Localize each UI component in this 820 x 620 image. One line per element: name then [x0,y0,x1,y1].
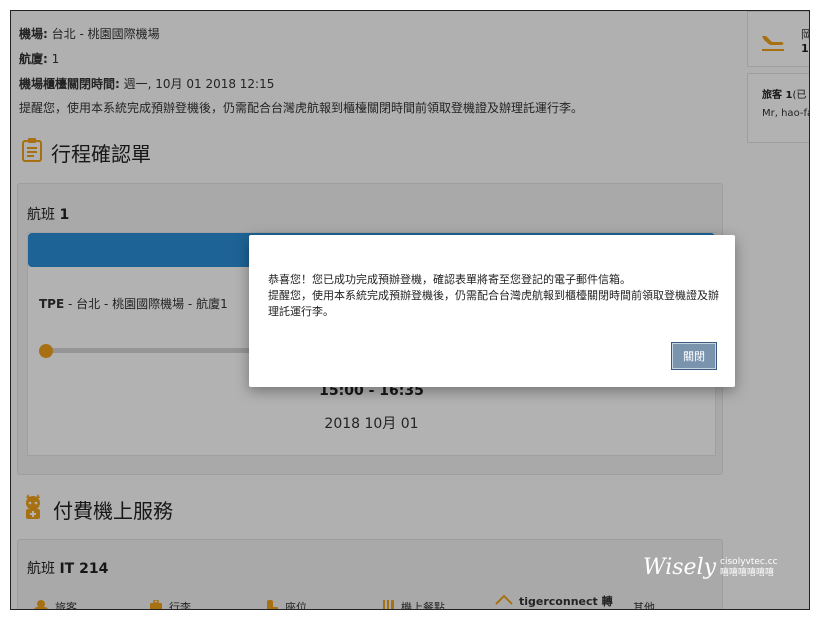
browser-viewport: 機場: 台北 - 桃園國際機場 航廈: 1 機場櫃檯關閉時間: 週一, 10月 … [10,10,810,610]
watermark: Wisely cisolyvtec.cc 嘻嘻嘻嘻嘻嘻 [643,555,778,580]
dialog-message-line2: 提醒您，使用本系統完成預辦登機後，仍需配合台灣虎航報到櫃檯關閉時間前領取登機證及… [268,289,719,318]
watermark-brand: Wisely [643,555,717,580]
watermark-small: cisolyvtec.cc 嘻嘻嘻嘻嘻嘻 [720,557,778,579]
dialog-message-line1: 恭喜您！您已成功完成預辦登機，確認表單將寄至您登記的電子郵件信箱。 [268,273,631,286]
watermark-tagline: 嘻嘻嘻嘻嘻嘻 [720,567,775,578]
watermark-site: cisolyvtec.cc [720,556,778,567]
close-button[interactable]: 關閉 [671,342,717,370]
confirmation-dialog: 恭喜您！您已成功完成預辦登機，確認表單將寄至您登記的電子郵件信箱。 提醒您，使用… [249,235,735,387]
dialog-message: 恭喜您！您已成功完成預辦登機，確認表單將寄至您登記的電子郵件信箱。 提醒您，使用… [268,272,723,320]
